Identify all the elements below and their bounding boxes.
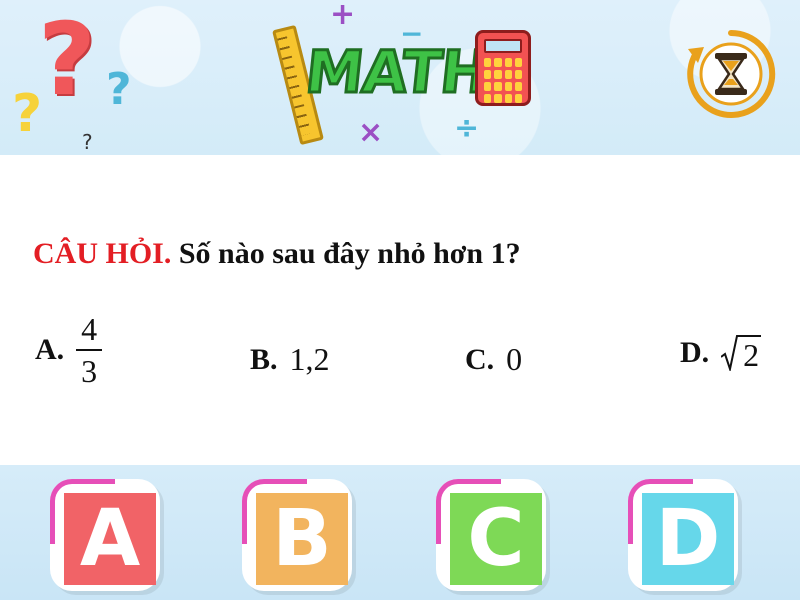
plus-icon: + — [330, 0, 356, 32]
answer-button-c[interactable]: C — [436, 479, 546, 591]
question-mark-red: ? — [38, 1, 97, 118]
question-label: CÂU HỎI. — [33, 237, 172, 270]
question-mark-small: ? — [82, 130, 93, 154]
fraction-numerator: 4 — [81, 311, 98, 347]
square-root: 2 — [721, 335, 762, 371]
fraction-denominator: 3 — [81, 353, 98, 389]
times-icon: × — [358, 115, 384, 150]
square-root-radicand: 2 — [739, 335, 762, 371]
question-marks-icon: ? ? ? ? — [10, 10, 150, 155]
option-b-letter: B. — [250, 342, 278, 376]
answer-band: A B C D — [0, 465, 800, 600]
fraction-four-thirds: 4 3 — [76, 311, 103, 389]
question-area: CÂU HỎI. Số nào sau đây nhỏ hơn 1? A. 4 … — [0, 155, 800, 465]
math-logo-text: MATH — [301, 37, 493, 108]
option-b-value: 1,2 — [289, 341, 330, 377]
answer-button-a-label: A — [64, 493, 156, 585]
answer-button-d-label: D — [642, 493, 734, 585]
answer-button-b-label: B — [256, 493, 348, 585]
question-body: Số nào sau đây nhỏ hơn 1? — [178, 237, 521, 270]
math-logo-icon: + − MATH × ÷ — [270, 0, 540, 155]
answer-button-d[interactable]: D — [628, 479, 738, 591]
option-c: C. 0 — [465, 341, 522, 378]
header-band: ? ? ? ? + − MATH × ÷ — [0, 0, 800, 155]
question-mark-yellow: ? — [12, 84, 43, 144]
calculator-icon — [475, 30, 531, 106]
option-d: D. 2 — [680, 335, 762, 371]
question-text: CÂU HỎI. Số nào sau đây nhỏ hơn 1? — [33, 237, 521, 271]
option-c-value: 0 — [506, 341, 523, 377]
divide-icon: ÷ — [454, 111, 480, 146]
option-a: A. 4 3 — [35, 311, 103, 389]
option-d-letter: D. — [680, 336, 710, 369]
radical-sign-icon — [721, 335, 740, 371]
answer-button-a[interactable]: A — [50, 479, 160, 591]
option-c-letter: C. — [465, 342, 495, 376]
question-mark-blue: ? — [106, 64, 132, 115]
option-a-letter: A. — [35, 333, 65, 366]
option-b: B. 1,2 — [250, 341, 330, 378]
hourglass-timer-icon — [684, 27, 778, 121]
answer-button-b[interactable]: B — [242, 479, 352, 591]
answer-button-c-label: C — [450, 493, 542, 585]
